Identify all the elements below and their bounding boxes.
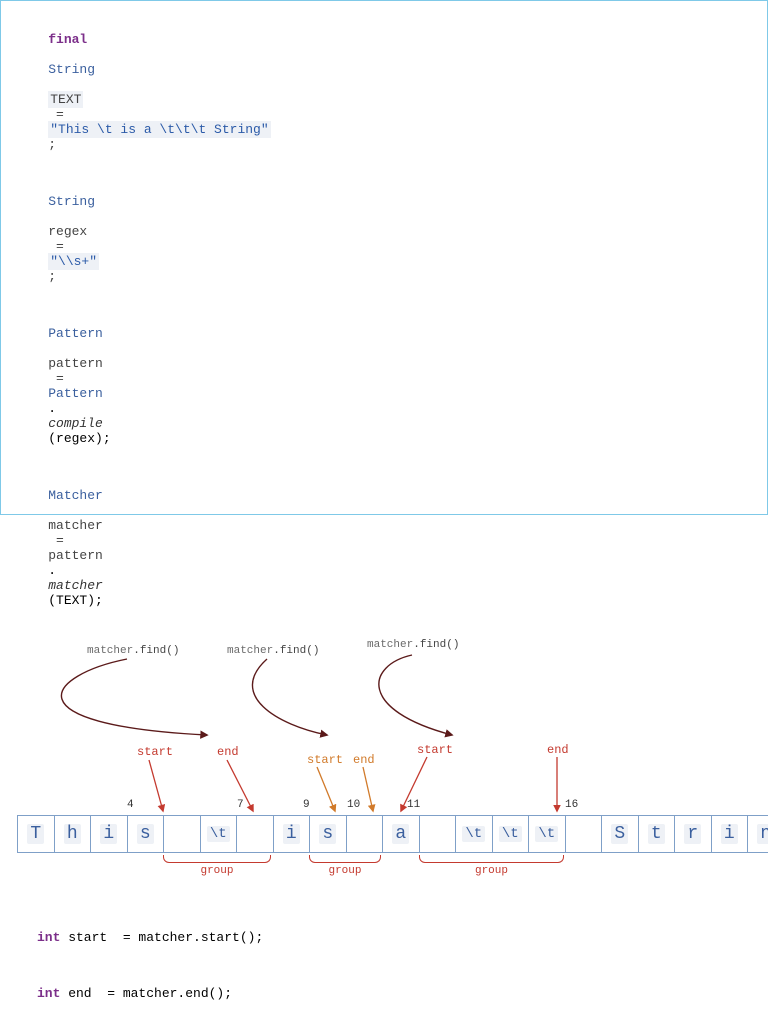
char-cell: \t xyxy=(200,815,237,853)
index-9: 9 xyxy=(303,799,310,811)
index-16: 16 xyxy=(565,799,578,811)
brace-group-3: group xyxy=(419,855,564,877)
char-cell: \t xyxy=(492,815,529,853)
char-cell xyxy=(419,815,456,853)
char-glyph: \t xyxy=(535,826,558,842)
type-string: String xyxy=(48,62,95,77)
char-cell: T xyxy=(17,815,54,853)
method-compile: compile xyxy=(48,416,103,431)
find-label-2: matcher.find() xyxy=(227,645,319,657)
char-cell: S xyxy=(601,815,638,853)
var-regex: regex xyxy=(48,224,87,239)
index-11: 11 xyxy=(407,799,420,811)
char-cell: i xyxy=(711,815,748,853)
char-cell xyxy=(346,815,383,853)
matcher-diagram: matcher.find() matcher.find() matcher.fi… xyxy=(17,635,747,885)
char-glyph: h xyxy=(64,824,81,844)
var-matcher: matcher xyxy=(48,518,103,533)
char-glyph: S xyxy=(611,824,628,844)
label-start-2: start xyxy=(307,753,343,767)
var-pattern: pattern xyxy=(48,356,103,371)
type-pattern: Pattern xyxy=(48,326,103,341)
type-string: String xyxy=(48,194,95,209)
code-line-3: Pattern pattern = Pattern . compile (reg… xyxy=(17,311,751,461)
char-cell xyxy=(236,815,273,853)
char-cell: \t xyxy=(455,815,492,853)
semi: ; xyxy=(48,137,56,152)
label-start-1: start xyxy=(137,745,173,759)
char-glyph: i xyxy=(721,824,738,844)
char-glyph: r xyxy=(684,824,701,844)
char-glyph: i xyxy=(100,824,117,844)
char-cells-row: This\tisa\t\t\tString xyxy=(17,815,768,853)
char-glyph: t xyxy=(648,824,665,844)
char-cell: \t xyxy=(528,815,565,853)
eq: = xyxy=(48,107,71,122)
char-glyph: n xyxy=(757,824,768,844)
brace-group-1: group xyxy=(163,855,271,877)
type-matcher: Matcher xyxy=(48,488,103,503)
brace-group-2: group xyxy=(309,855,381,877)
char-cell xyxy=(163,815,200,853)
char-cell: a xyxy=(382,815,419,853)
find-label-1: matcher.find() xyxy=(87,645,179,657)
keyword-final: final xyxy=(48,32,87,47)
code-line-1: final String TEXT = "This \t is a \t\t\t… xyxy=(17,17,751,167)
char-cell: h xyxy=(54,815,91,853)
char-glyph: a xyxy=(392,824,409,844)
char-cell: i xyxy=(273,815,310,853)
const-text: TEXT xyxy=(48,91,83,108)
index-4: 4 xyxy=(127,799,134,811)
code-line-2: String regex = "\\s+" ; xyxy=(17,179,751,299)
char-cell: r xyxy=(674,815,711,853)
char-cell: s xyxy=(309,815,346,853)
char-cell xyxy=(565,815,602,853)
label-end-3: end xyxy=(547,743,569,757)
method-matcher: matcher xyxy=(48,578,103,593)
index-7: 7 xyxy=(237,799,244,811)
string-literal-regex: "\\s+" xyxy=(48,253,99,270)
label-end-1: end xyxy=(217,745,239,759)
bottom-code: int start = matcher.start(); int end = m… xyxy=(37,891,751,1030)
bottom-line-1: int start = matcher.start(); xyxy=(37,929,751,948)
index-10: 10 xyxy=(347,799,360,811)
char-cell: n xyxy=(747,815,768,853)
char-glyph: s xyxy=(137,824,154,844)
code-line-4: Matcher matcher = pattern . matcher (TEX… xyxy=(17,473,751,623)
label-end-2: end xyxy=(353,753,375,767)
char-glyph: \t xyxy=(499,826,522,842)
char-glyph: \t xyxy=(207,826,230,842)
char-cell: i xyxy=(90,815,127,853)
char-cell: t xyxy=(638,815,675,853)
label-start-3: start xyxy=(417,743,453,757)
char-glyph: i xyxy=(283,824,300,844)
bottom-line-2: int end = matcher.end(); xyxy=(37,985,751,1004)
diagram-frame: final String TEXT = "This \t is a \t\t\t… xyxy=(0,0,768,515)
find-label-3: matcher.find() xyxy=(367,639,459,651)
string-literal-text: "This \t is a \t\t\t String" xyxy=(48,121,270,138)
char-glyph: \t xyxy=(462,826,485,842)
char-cell: s xyxy=(127,815,164,853)
char-glyph: T xyxy=(27,824,44,844)
char-glyph: s xyxy=(319,824,336,844)
